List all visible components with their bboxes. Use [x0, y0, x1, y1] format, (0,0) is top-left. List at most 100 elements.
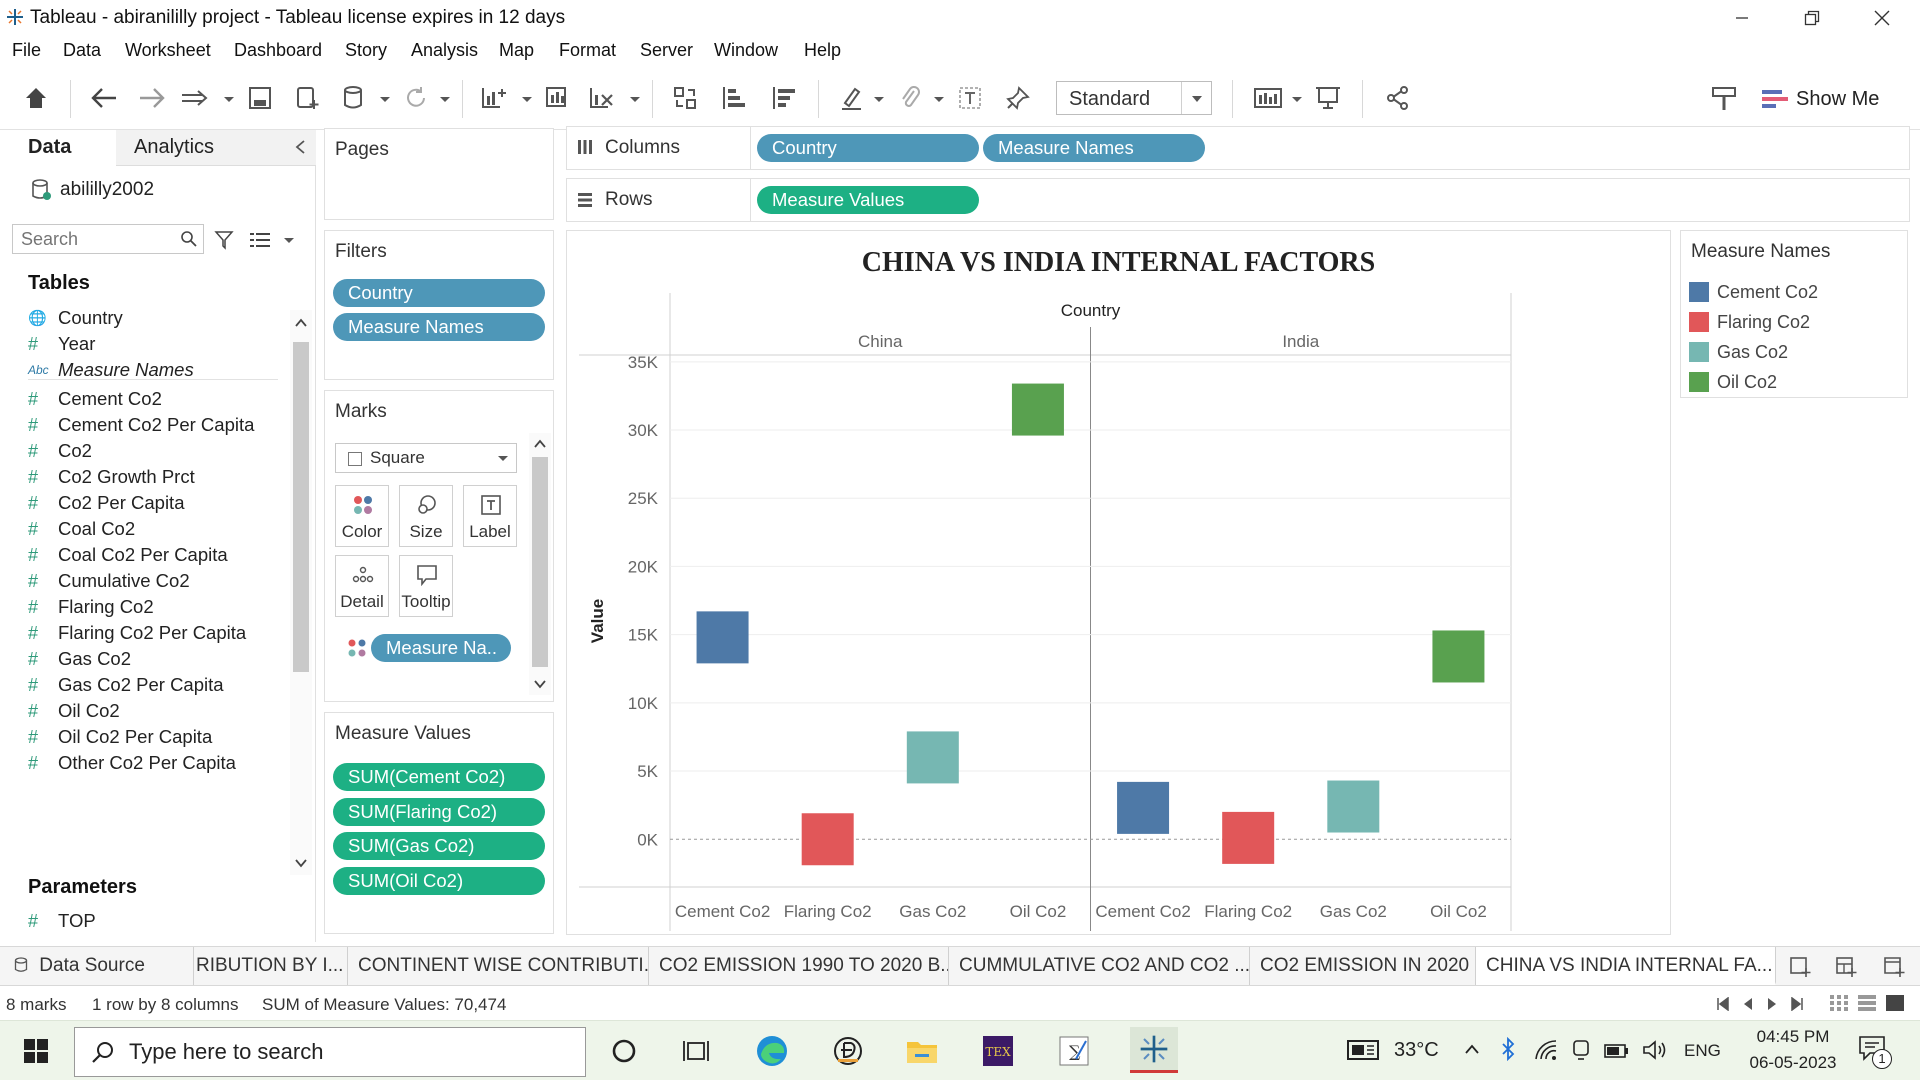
highlight-button[interactable] — [834, 80, 870, 116]
clock-date[interactable]: 06-05-2023 — [1735, 1053, 1851, 1073]
menu-format[interactable]: Format — [559, 40, 616, 61]
restore-button[interactable] — [1782, 0, 1842, 36]
menu-window[interactable]: Window — [714, 40, 778, 61]
scroll-up-icon[interactable] — [534, 439, 546, 449]
rows-pill-measure-values[interactable]: Measure Values — [757, 186, 979, 214]
measure-value-pill[interactable]: SUM(Oil Co2) — [333, 867, 545, 895]
next-tab-icon[interactable] — [1766, 997, 1778, 1011]
cortana-button[interactable] — [606, 1033, 642, 1069]
menu-dashboard[interactable]: Dashboard — [234, 40, 322, 61]
swap-rows-columns-button[interactable] — [668, 80, 704, 116]
highlight-dropdown-icon[interactable] — [874, 97, 884, 102]
filter-pill-country[interactable]: Country — [333, 279, 545, 307]
datasource-item[interactable]: abililly2002 — [30, 178, 154, 202]
sheet-tab[interactable]: CONTINENT WISE CONTRIBUTI... — [348, 947, 649, 985]
size-button[interactable]: Size — [399, 485, 453, 547]
show-cards-button[interactable] — [1250, 80, 1286, 116]
filters-card[interactable]: Filters Country Measure Names — [324, 230, 554, 380]
legend-item[interactable]: Gas Co2 — [1689, 339, 1788, 365]
filmstrip-view-icon[interactable] — [1858, 995, 1876, 1011]
color-pill-measure-names[interactable]: Measure Na.. — [371, 634, 511, 662]
app-icon-dollar[interactable] — [830, 1033, 866, 1069]
menu-story[interactable]: Story — [345, 40, 387, 61]
show-hidden-icons[interactable] — [1464, 1043, 1480, 1055]
parameter-item[interactable]: # TOP — [28, 906, 96, 936]
menu-server[interactable]: Server — [640, 40, 693, 61]
filter-icon[interactable] — [214, 230, 234, 250]
sort-descending-button[interactable] — [766, 80, 802, 116]
scroll-down-icon[interactable] — [534, 679, 546, 689]
battery-icon[interactable] — [1604, 1043, 1630, 1059]
clock-time[interactable]: 04:45 PM — [1745, 1027, 1841, 1047]
marks-scrollbar[interactable] — [529, 433, 551, 695]
edge-app[interactable] — [754, 1033, 790, 1069]
columns-pill-measure-names[interactable]: Measure Names — [983, 134, 1205, 162]
fit-select[interactable]: Standard — [1056, 81, 1212, 115]
group-dropdown-icon[interactable] — [934, 97, 944, 102]
measure-value-pill[interactable]: SUM(Gas Co2) — [333, 832, 545, 860]
scrollbar-thumb[interactable] — [293, 342, 309, 672]
new-worksheet-dropdown-icon[interactable] — [522, 97, 532, 102]
measure-value-pill[interactable]: SUM(Flaring Co2) — [333, 798, 545, 826]
color-button[interactable]: Color — [335, 485, 389, 547]
volume-icon[interactable] — [1642, 1039, 1668, 1061]
label-button[interactable]: Label — [463, 485, 517, 547]
refresh-button[interactable] — [398, 80, 434, 116]
visualization[interactable]: CHINA VS INDIA INTERNAL FACTORS Country C… — [566, 230, 1671, 935]
tooltip-button[interactable]: Tooltip — [399, 555, 453, 617]
bluetooth-icon[interactable] — [1500, 1037, 1516, 1061]
menu-data[interactable]: Data — [63, 40, 101, 61]
view-list-icon[interactable] — [250, 232, 270, 248]
legend-item[interactable]: Oil Co2 — [1689, 369, 1777, 395]
mark-type-select[interactable]: Square — [335, 443, 517, 473]
scroll-down-icon[interactable] — [295, 858, 307, 868]
tab-data-source[interactable]: Data Source — [0, 947, 194, 985]
cards-dropdown-icon[interactable] — [1292, 97, 1302, 102]
file-explorer-app[interactable] — [904, 1033, 940, 1069]
presentation-mode-button[interactable] — [1310, 80, 1346, 116]
previous-tab-icon[interactable] — [1742, 997, 1754, 1011]
filter-pill-measure-names[interactable]: Measure Names — [333, 313, 545, 341]
scrollbar-thumb[interactable] — [532, 457, 548, 667]
menu-map[interactable]: Map — [499, 40, 534, 61]
pause-updates-button[interactable] — [336, 80, 372, 116]
menu-analysis[interactable]: Analysis — [411, 40, 478, 61]
field-item[interactable]: # Other Co2 Per Capita — [28, 748, 236, 778]
new-worksheet-button[interactable] — [476, 80, 512, 116]
sheet-tab[interactable]: CUMMULATIVE CO2 AND CO2 ... — [949, 947, 1250, 985]
sheet-tab[interactable]: CO2 EMISSION IN 2020 — [1250, 947, 1476, 985]
show-mark-labels-button[interactable] — [952, 80, 988, 116]
wifi-icon[interactable] — [1534, 1039, 1558, 1061]
minimize-button[interactable] — [1712, 0, 1772, 36]
show-me-button[interactable]: Show Me — [1762, 84, 1879, 114]
menu-file[interactable]: File — [12, 40, 41, 61]
notification-center[interactable]: 1 — [1858, 1035, 1898, 1071]
device-icon[interactable] — [1570, 1039, 1592, 1061]
new-story-tab-button[interactable] — [1876, 949, 1912, 985]
save-button[interactable] — [242, 80, 278, 116]
group-members-button[interactable] — [892, 80, 928, 116]
start-button[interactable] — [18, 1033, 54, 1069]
taskbar-search[interactable]: Type here to search — [74, 1027, 586, 1077]
sheet-tab[interactable]: RIBUTION BY I... — [194, 947, 348, 985]
undo-button[interactable] — [86, 80, 122, 116]
detail-button[interactable]: Detail — [335, 555, 389, 617]
new-datasource-button[interactable] — [290, 80, 326, 116]
tab-analytics[interactable]: Analytics — [116, 130, 316, 166]
share-button[interactable] — [1380, 80, 1416, 116]
tex-app[interactable]: TEX — [980, 1033, 1016, 1069]
columns-shelf[interactable]: Columns Country Measure Names — [566, 126, 1910, 170]
tableau-app[interactable] — [1130, 1027, 1178, 1073]
new-worksheet-tab-button[interactable] — [1782, 949, 1818, 985]
refresh-dropdown-icon[interactable] — [440, 97, 450, 102]
replay-dropdown-icon[interactable] — [224, 97, 234, 102]
clear-dropdown-icon[interactable] — [630, 97, 640, 102]
redo-button[interactable] — [134, 80, 170, 116]
datasource-dropdown-icon[interactable] — [380, 97, 390, 102]
legend-item[interactable]: Cement Co2 — [1689, 279, 1818, 305]
fields-scrollbar[interactable] — [290, 310, 312, 875]
sheet-tab-active[interactable]: CHINA VS INDIA INTERNAL FA... — [1476, 947, 1776, 985]
weather-widget[interactable] — [1346, 1037, 1384, 1065]
menu-help[interactable]: Help — [804, 40, 841, 61]
duplicate-sheet-button[interactable] — [540, 80, 576, 116]
